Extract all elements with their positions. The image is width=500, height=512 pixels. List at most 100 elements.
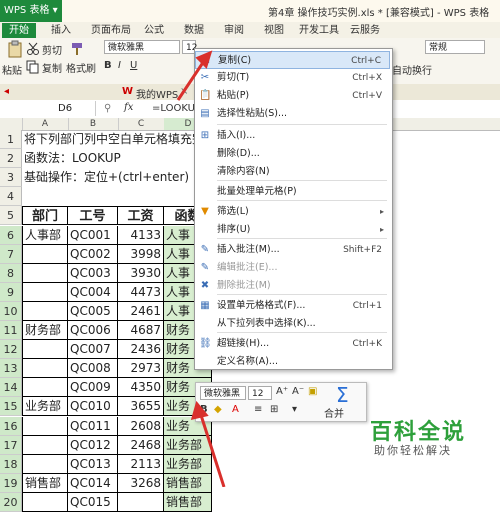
table-cell[interactable]	[22, 340, 68, 360]
tab-cloud[interactable]: 云服务	[344, 23, 386, 38]
menu-item[interactable]: 清除内容(N)	[195, 163, 390, 181]
column-header-a[interactable]: A	[22, 118, 69, 130]
table-cell[interactable]: 2608	[118, 416, 164, 436]
auto-wrap-button[interactable]: 自动换行	[392, 62, 432, 77]
table-cell[interactable]: 3655	[118, 397, 164, 417]
row-header[interactable]: 11	[0, 321, 22, 341]
name-box[interactable]: D6	[0, 101, 96, 116]
table-cell[interactable]	[22, 282, 68, 302]
mini-bold-button[interactable]: B	[200, 404, 208, 415]
merge-button[interactable]: 合并	[324, 405, 344, 420]
mini-size-select[interactable]: 12	[248, 386, 272, 400]
row-header[interactable]: 7	[0, 244, 22, 264]
row-header[interactable]: 6	[0, 225, 22, 245]
table-cell[interactable]: QC013	[68, 454, 118, 474]
mini-font-select[interactable]: 微软雅黑	[200, 386, 246, 400]
table-cell[interactable]: 销售部	[164, 492, 212, 512]
paste-button-label[interactable]: 粘贴	[2, 62, 22, 77]
row-header[interactable]: 10	[0, 301, 22, 321]
table-cell[interactable]	[118, 492, 164, 512]
tab-view[interactable]: 视图	[258, 23, 290, 38]
tab-review[interactable]: 审阅	[218, 23, 250, 38]
table-cell[interactable]: QC004	[68, 282, 118, 302]
menu-item[interactable]: 删除(D)...	[195, 145, 390, 163]
row-header[interactable]: 20	[0, 492, 22, 512]
table-cell[interactable]: 2461	[118, 301, 164, 321]
cut-button[interactable]: 剪切	[42, 42, 62, 57]
font-color-icon[interactable]: A	[232, 404, 239, 415]
table-cell[interactable]	[22, 378, 68, 398]
menu-item[interactable]: ✂ 剪切(T) Ctrl+X	[195, 69, 390, 87]
font-name-select[interactable]: 微软雅黑	[104, 40, 180, 54]
table-cell[interactable]: QC006	[68, 321, 118, 341]
tab-developer[interactable]: 开发工具	[296, 23, 342, 38]
menu-item[interactable]: ✎ 编辑批注(E)...	[195, 259, 390, 277]
table-cell[interactable]: QC002	[68, 244, 118, 264]
table-cell[interactable]: QC009	[68, 378, 118, 398]
table-cell[interactable]: 4350	[118, 378, 164, 398]
row-header[interactable]: 14	[0, 378, 22, 398]
column-header-b[interactable]: B	[68, 118, 119, 130]
wps-logo-button[interactable]: WPS 表格 ▾	[0, 0, 62, 22]
table-cell[interactable]: QC010	[68, 397, 118, 417]
menu-item[interactable]: 📋 粘贴(P) Ctrl+V	[195, 87, 390, 105]
table-cell[interactable]: 财务部	[22, 321, 68, 341]
table-cell[interactable]	[22, 416, 68, 436]
row-header[interactable]: 3	[0, 168, 22, 188]
more-icon[interactable]: ▾	[292, 404, 297, 415]
row-header[interactable]: 16	[0, 416, 22, 436]
row-header[interactable]: 5	[0, 206, 22, 226]
table-header-cell[interactable]: 部门	[22, 206, 68, 226]
number-format-select[interactable]: 常规	[425, 40, 485, 54]
column-header-c[interactable]: C	[118, 118, 165, 130]
table-header-cell[interactable]: 工号	[68, 206, 118, 226]
table-cell[interactable]: QC005	[68, 301, 118, 321]
table-cell[interactable]: 销售部	[164, 473, 212, 493]
row-header[interactable]: 19	[0, 473, 22, 493]
row-header[interactable]: 4	[0, 187, 22, 207]
table-cell[interactable]	[22, 359, 68, 379]
table-cell[interactable]	[22, 244, 68, 264]
menu-item[interactable]: ▤ 选择性粘贴(S)...	[195, 105, 390, 123]
select-all-corner[interactable]	[0, 118, 23, 130]
menu-item[interactable]: ▦ 设置单元格格式(F)... Ctrl+1	[195, 297, 390, 315]
table-cell[interactable]: 人事部	[22, 225, 68, 245]
tab-data[interactable]: 数据	[178, 23, 210, 38]
table-cell[interactable]: 业务部	[22, 397, 68, 417]
table-cell[interactable]: 3268	[118, 473, 164, 493]
table-header-cell[interactable]: 工资	[118, 206, 164, 226]
table-cell[interactable]: 业务部	[164, 435, 212, 455]
row-header[interactable]: 8	[0, 263, 22, 283]
table-cell[interactable]: 2113	[118, 454, 164, 474]
table-cell[interactable]: QC008	[68, 359, 118, 379]
row-header[interactable]: 1	[0, 130, 22, 150]
table-cell[interactable]: QC014	[68, 473, 118, 493]
close-tab-icon[interactable]: ×	[180, 86, 188, 97]
table-cell[interactable]: 4473	[118, 282, 164, 302]
table-cell[interactable]	[22, 454, 68, 474]
table-cell[interactable]: 4687	[118, 321, 164, 341]
row-header[interactable]: 2	[0, 149, 22, 169]
table-cell[interactable]: 2468	[118, 435, 164, 455]
shrink-font-icon[interactable]: A⁻	[292, 386, 304, 397]
table-cell[interactable]: QC003	[68, 263, 118, 283]
row-header[interactable]: 12	[0, 340, 22, 360]
zoom-icon[interactable]: ⚲	[104, 103, 111, 114]
table-cell[interactable]: QC007	[68, 340, 118, 360]
menu-item[interactable]: ✖ 删除批注(M)	[195, 277, 390, 295]
tab-home[interactable]: 开始	[2, 23, 36, 38]
menu-item[interactable]: ▼ 筛选(L) ▸	[195, 203, 390, 221]
menu-item[interactable]: ✎ 插入批注(M)... Shift+F2	[195, 241, 390, 259]
fill-color-icon[interactable]: ◆	[214, 404, 222, 415]
paste-icon[interactable]	[6, 40, 24, 58]
table-cell[interactable]: QC011	[68, 416, 118, 436]
border-icon[interactable]: ⊞	[270, 404, 278, 415]
tab-formula[interactable]: 公式	[138, 23, 170, 38]
menu-item[interactable]: ⊞ 插入(I)...	[195, 127, 390, 145]
table-cell[interactable]: 3930	[118, 263, 164, 283]
row-header[interactable]: 13	[0, 359, 22, 379]
copy-button[interactable]: 复制	[42, 60, 62, 75]
table-cell[interactable]: 业务部	[164, 454, 212, 474]
menu-item[interactable]: 定义名称(A)...	[195, 353, 390, 371]
menu-item[interactable]: ⧉ 复制(C) Ctrl+C	[195, 51, 390, 69]
